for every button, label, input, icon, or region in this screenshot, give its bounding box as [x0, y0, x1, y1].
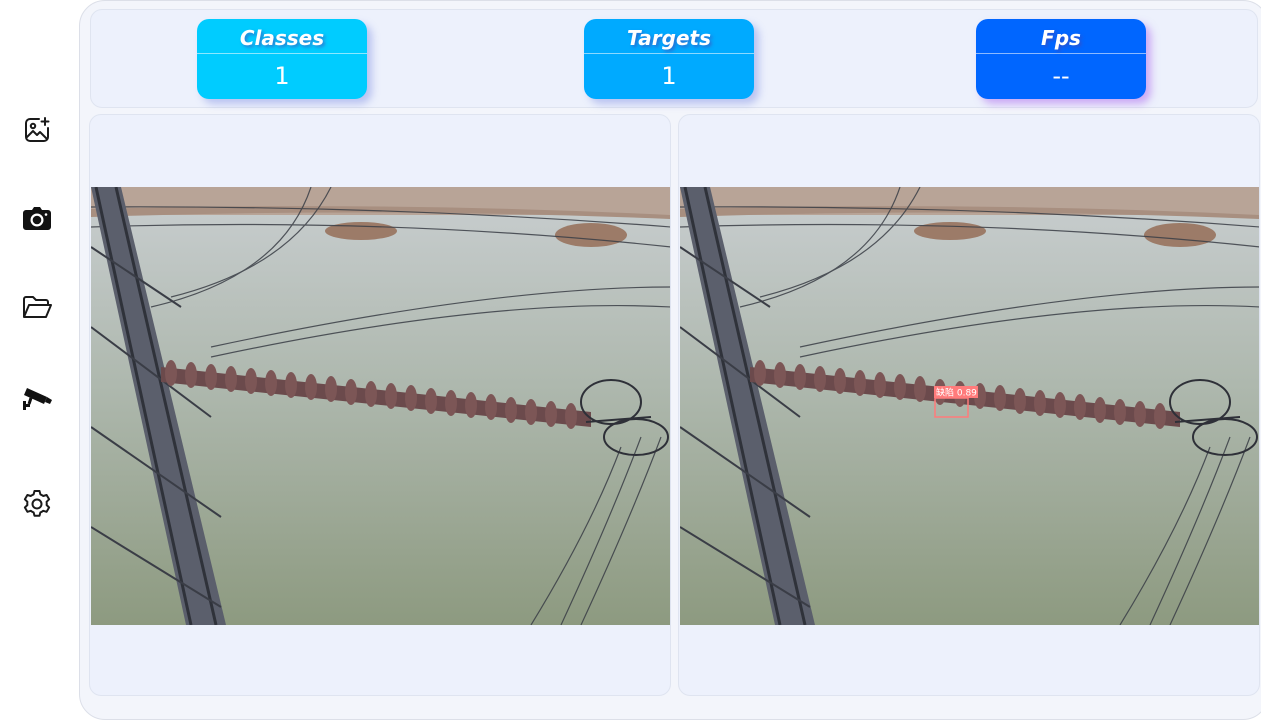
gear-icon: [21, 488, 53, 520]
fps-value: --: [1052, 62, 1070, 90]
detection-label: 缺陷 0.89: [936, 387, 977, 399]
camera-button[interactable]: [20, 202, 54, 236]
fps-label: Fps: [976, 19, 1146, 54]
camera-icon: [21, 204, 53, 234]
targets-label: Targets: [584, 19, 754, 54]
settings-button[interactable]: [20, 487, 54, 521]
detection-result-view: 缺陷 0.89: [678, 114, 1260, 696]
detection-image: 缺陷 0.89: [680, 187, 1259, 625]
original-image: [91, 187, 670, 625]
folder-open-icon: [21, 294, 53, 322]
add-image-icon: [22, 115, 52, 145]
classes-value: 1: [274, 62, 290, 90]
targets-card: Targets 1: [584, 19, 754, 99]
cctv-camera-icon: [21, 382, 53, 412]
targets-value: 1: [661, 62, 677, 90]
add-image-button[interactable]: [20, 113, 54, 147]
original-image-view: [89, 114, 671, 696]
video-stream-button[interactable]: [20, 380, 54, 414]
open-folder-button[interactable]: [20, 291, 54, 325]
classes-card: Classes 1: [197, 19, 367, 99]
sidebar: [0, 0, 79, 711]
classes-label: Classes: [197, 19, 367, 54]
fps-card: Fps --: [976, 19, 1146, 99]
